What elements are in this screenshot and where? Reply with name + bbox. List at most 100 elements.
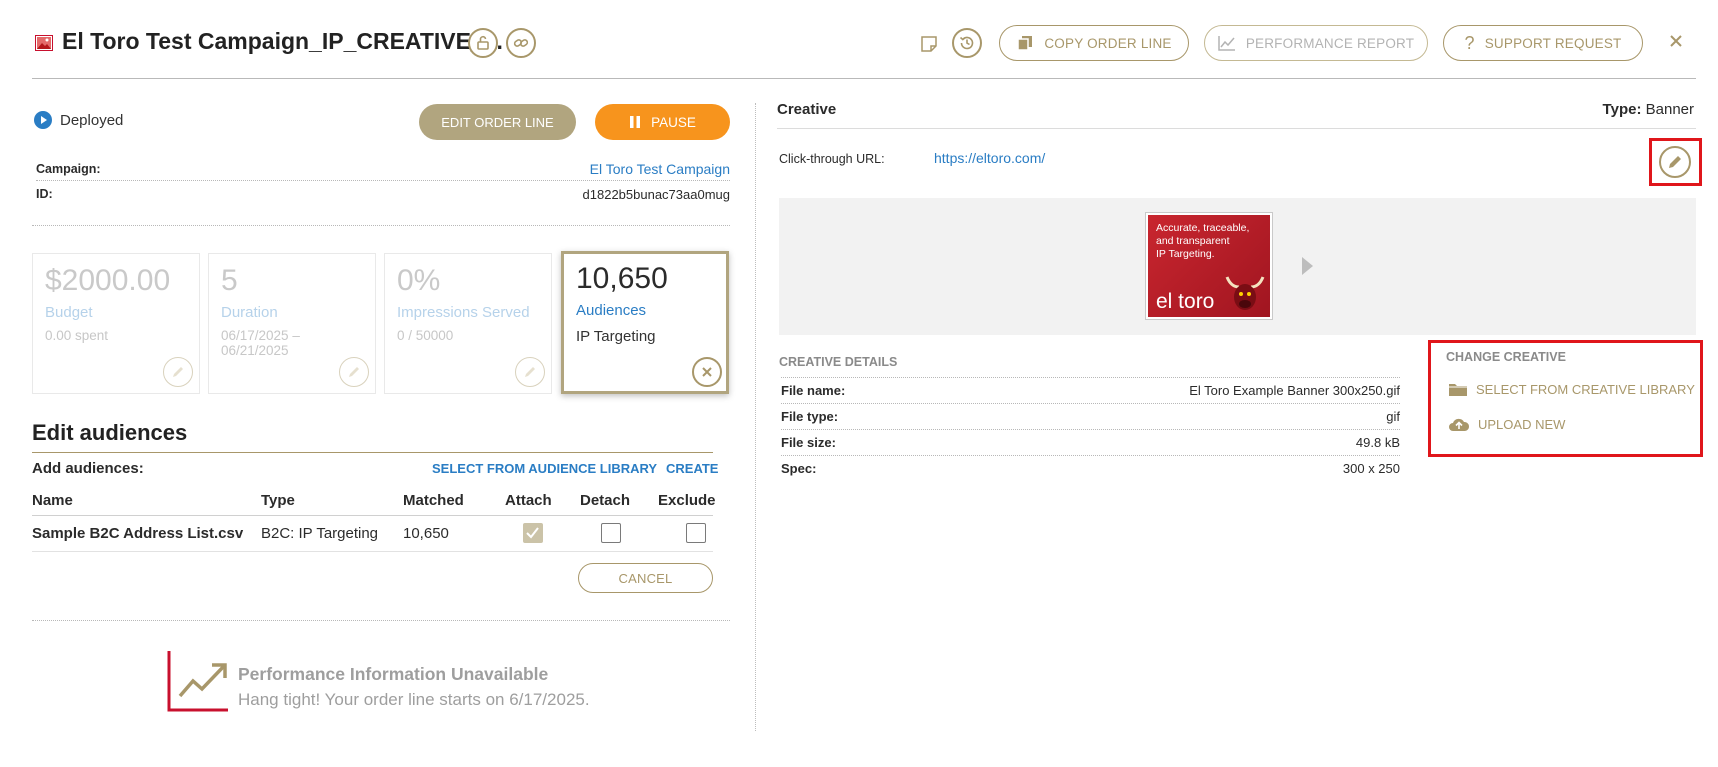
edit-order-line-button[interactable]: EDIT ORDER LINE <box>419 104 576 140</box>
audience-type: B2C: IP Targeting <box>261 525 379 542</box>
pencil-icon <box>173 367 183 377</box>
select-creative-library-link[interactable]: SELECT FROM CREATIVE LIBRARY <box>1448 381 1695 397</box>
performance-report-label: PERFORMANCE REPORT <box>1245 35 1415 51</box>
click-through-url[interactable]: https://eltoro.com/ <box>934 150 1045 166</box>
status-label: Deployed <box>60 111 124 129</box>
create-audience-link[interactable]: CREATE <box>666 461 718 476</box>
pencil-icon <box>1669 156 1681 168</box>
detail-row-file-type: File type: gif <box>781 409 1400 424</box>
cloud-upload-icon <box>1449 418 1470 431</box>
budget-edit-button[interactable] <box>163 357 193 387</box>
performance-unavailable-message: Hang tight! Your order line starts on 6/… <box>238 690 590 709</box>
impressions-card: 0% Impressions Served 0 / 50000 <box>384 253 552 394</box>
audiences-label: Audiences <box>576 302 647 319</box>
status-indicator: Deployed <box>34 111 123 129</box>
id-label: ID: <box>36 187 53 201</box>
duration-dates: 06/17/2025 – 06/21/2025 <box>221 328 300 358</box>
duration-start: 06/17/2025 – <box>221 328 300 343</box>
pencil-icon <box>525 367 535 377</box>
audiences-type: IP Targeting <box>576 328 656 345</box>
copy-order-line-label: COPY ORDER LINE <box>1044 35 1172 51</box>
upload-new-label: UPLOAD NEW <box>1478 416 1566 432</box>
play-circle-icon <box>34 111 52 129</box>
edit-click-url-button[interactable] <box>1659 146 1691 178</box>
column-header-name: Name <box>32 492 73 509</box>
detail-row-file-name: File name: El Toro Example Banner 300x25… <box>781 383 1400 398</box>
column-header-type: Type <box>261 492 295 509</box>
copy-order-line-button[interactable]: COPY ORDER LINE <box>999 25 1189 61</box>
banner-tagline: Accurate, traceable, and transparent IP … <box>1156 222 1250 260</box>
impressions-edit-button[interactable] <box>515 357 545 387</box>
edit-audiences-divider <box>32 452 713 453</box>
lock-open-icon <box>477 35 489 50</box>
select-creative-library-label: SELECT FROM CREATIVE LIBRARY <box>1476 381 1695 397</box>
budget-label: Budget <box>45 304 93 321</box>
column-header-matched: Matched <box>403 492 464 509</box>
column-header-attach: Attach <box>505 492 552 509</box>
duration-value: 5 <box>221 264 238 297</box>
budget-spent: 0.00 spent <box>45 328 109 343</box>
pause-label: PAUSE <box>651 114 696 130</box>
creative-type-label: Type: <box>1602 101 1642 118</box>
duration-edit-button[interactable] <box>339 357 369 387</box>
page-title: El Toro Test Campaign_IP_CREATIVE_... <box>62 28 503 54</box>
audiences-close-button[interactable] <box>692 357 722 387</box>
add-audiences-label: Add audiences: <box>32 460 144 477</box>
creative-type: Type: Banner <box>1603 101 1694 118</box>
creative-heading: Creative <box>777 101 837 118</box>
history-icon <box>959 36 974 50</box>
column-header-exclude: Exclude <box>658 492 716 509</box>
link-icon <box>513 39 529 47</box>
history-button[interactable] <box>952 28 982 58</box>
close-icon <box>702 367 712 377</box>
upload-new-link[interactable]: UPLOAD NEW <box>1448 416 1565 432</box>
detail-row-file-size: File size: 49.8 kB <box>781 435 1400 450</box>
campaign-link[interactable]: El Toro Test Campaign <box>590 161 730 177</box>
duration-label: Duration <box>221 304 278 321</box>
edit-audiences-title: Edit audiences <box>32 420 188 445</box>
question-icon: ? <box>1464 33 1475 53</box>
id-row: ID: d1822b5bunac73aa0mug <box>36 183 730 205</box>
impressions-count: 0 / 50000 <box>397 328 454 343</box>
link-button[interactable] <box>506 28 536 58</box>
id-value: d1822b5bunac73aa0mug <box>582 186 730 202</box>
audience-matched: 10,650 <box>403 525 449 542</box>
note-icon[interactable] <box>920 35 938 53</box>
close-button[interactable] <box>1663 28 1689 54</box>
impressions-value: 0% <box>397 264 441 297</box>
lock-open-button[interactable] <box>468 28 498 58</box>
budget-card: $2000.00 Budget 0.00 spent <box>32 253 200 394</box>
attach-checkbox[interactable] <box>523 523 543 543</box>
campaign-row: Campaign: El Toro Test Campaign <box>36 158 730 180</box>
column-divider <box>755 103 756 731</box>
edit-order-line-label: EDIT ORDER LINE <box>441 114 554 130</box>
support-request-button[interactable]: ? SUPPORT REQUEST <box>1443 25 1643 61</box>
header: El Toro Test Campaign_IP_CREATIVE_... CO… <box>0 0 1718 80</box>
detail-row-spec: Spec: 300 x 250 <box>781 461 1400 476</box>
change-creative-heading: CHANGE CREATIVE <box>1446 350 1566 364</box>
campaign-label: Campaign: <box>36 162 101 176</box>
budget-value: $2000.00 <box>45 264 171 297</box>
column-header-detach: Detach <box>580 492 631 509</box>
audiences-value: 10,650 <box>576 262 668 295</box>
performance-unavailable-title: Performance Information Unavailable <box>238 664 549 684</box>
next-arrow-icon[interactable] <box>1301 256 1315 276</box>
performance-report-button[interactable]: PERFORMANCE REPORT <box>1204 25 1428 61</box>
cancel-button[interactable]: CANCEL <box>578 563 713 593</box>
duration-end: 06/21/2025 <box>221 343 289 358</box>
creative-type-value: Banner <box>1645 101 1694 118</box>
pencil-icon <box>349 367 359 377</box>
copy-icon <box>1017 36 1033 51</box>
select-audience-library-link[interactable]: SELECT FROM AUDIENCE LIBRARY <box>432 461 657 476</box>
audiences-card[interactable]: 10,650 Audiences IP Targeting <box>561 251 729 394</box>
exclude-checkbox[interactable] <box>686 523 706 543</box>
checkmark-icon <box>526 527 539 539</box>
creative-details-heading: CREATIVE DETAILS <box>779 355 898 369</box>
duration-card: 5 Duration 06/17/2025 – 06/21/2025 <box>208 253 376 394</box>
pause-button[interactable]: PAUSE <box>595 104 730 140</box>
impressions-label: Impressions Served <box>397 304 530 321</box>
banner-thumbnail[interactable]: Accurate, traceable, and transparent IP … <box>1145 212 1273 320</box>
header-divider <box>32 78 1696 79</box>
folder-icon <box>1449 384 1467 396</box>
detach-checkbox[interactable] <box>601 523 621 543</box>
